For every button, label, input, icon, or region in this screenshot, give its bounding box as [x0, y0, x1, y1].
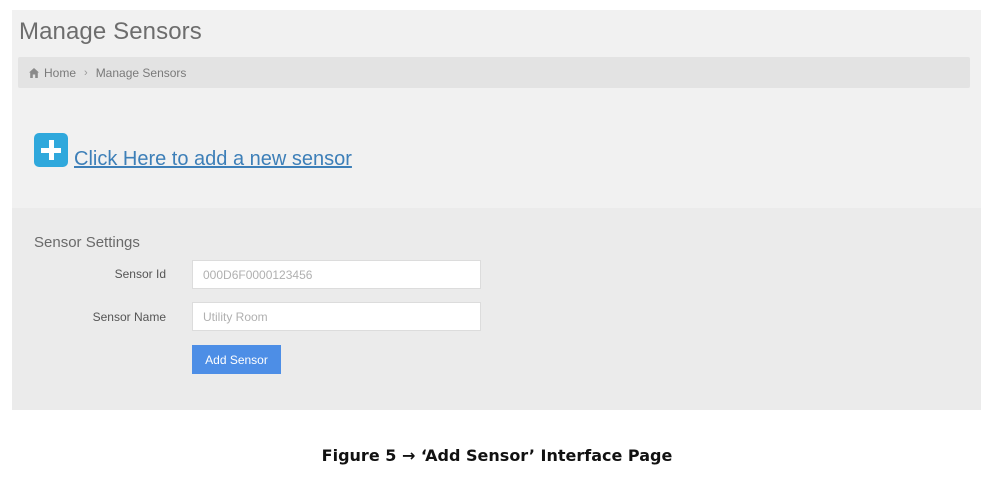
add-new-sensor-link[interactable]: Click Here to add a new sensor — [34, 133, 352, 169]
add-new-sensor-link-text[interactable]: Click Here to add a new sensor — [74, 149, 352, 169]
sensor-settings-title: Sensor Settings — [34, 234, 140, 251]
sensor-name-label: Sensor Name — [92, 310, 166, 324]
sensor-name-input[interactable] — [192, 302, 481, 331]
breadcrumb-home-link[interactable]: Home — [44, 66, 76, 80]
home-icon[interactable] — [28, 67, 40, 79]
add-sensor-button[interactable]: Add Sensor — [192, 345, 281, 374]
plus-square-icon[interactable] — [34, 133, 68, 167]
sensor-settings-form: Sensor Settings Sensor Id Sensor Name Ad… — [12, 208, 981, 410]
manage-sensors-panel: Manage Sensors Home › Manage Sensors Cli… — [12, 10, 981, 410]
sensor-id-input[interactable] — [192, 260, 481, 289]
page-title: Manage Sensors — [19, 18, 202, 45]
breadcrumb: Home › Manage Sensors — [18, 57, 970, 88]
add-sensor-section: Click Here to add a new sensor — [12, 100, 981, 208]
breadcrumb-separator: › — [84, 66, 88, 79]
breadcrumb-current: Manage Sensors — [95, 65, 187, 80]
sensor-id-label: Sensor Id — [114, 267, 166, 281]
figure-caption: Figure 5 → ‘Add Sensor’ Interface Page — [321, 446, 673, 465]
